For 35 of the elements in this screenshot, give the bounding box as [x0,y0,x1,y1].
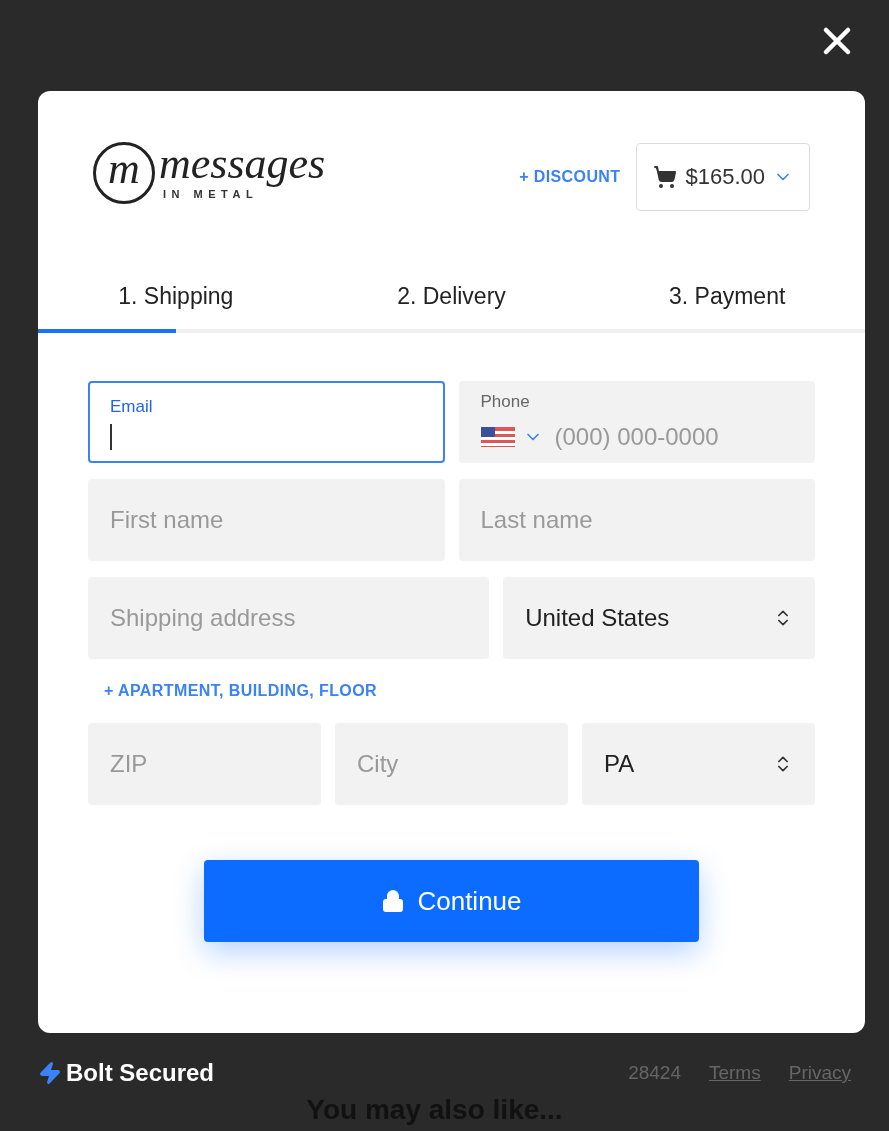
logo-tagline: IN METAL [163,188,259,203]
footer-link[interactable]: Terms [708,1058,761,1088]
apartment-link[interactable]: + APARTMENT, BUILDING, FLOOR [104,679,377,704]
text-field[interactable]: Email [88,381,445,464]
field-label: Phone [480,391,531,414]
phone-placeholder: (000) 000-0000 [554,421,719,452]
field-placeholder: Shipping address [110,603,297,634]
footer-link[interactable]: Privacy [788,1058,851,1088]
code-text: 28424 [628,1060,681,1085]
text-cursor [110,423,112,450]
text-field[interactable]: ZIP [88,723,321,806]
bolt-secured-label: Bolt Secured [66,1058,215,1088]
flag-icon [480,426,515,447]
text-field[interactable]: Last name [458,479,815,562]
field-placeholder: ZIP [110,749,149,780]
step-tab[interactable]: 2. Delivery [313,278,590,330]
field-placeholder: City [357,749,400,780]
lock-icon [381,889,406,914]
continue-button[interactable]: Continue [204,860,699,943]
phone-field[interactable]: Phone (000) 000-0000 [458,381,815,464]
logo-monogram: m [108,146,140,191]
step-tab[interactable]: 3. Payment [589,278,865,330]
field-label: Email [110,396,154,419]
field-placeholder: Last name [480,505,594,536]
bolt-icon [38,1061,62,1085]
step-tab[interactable]: 1. Shipping [38,278,314,330]
cart-button[interactable]: $165.00 [636,142,810,211]
select-field[interactable]: United States [503,577,815,660]
field-placeholder: First name [110,505,225,536]
text-field[interactable]: City [335,723,568,806]
text-field[interactable]: First name [88,479,445,562]
select-field[interactable]: PA [582,723,815,806]
text-field[interactable]: Shipping address [88,577,490,660]
cart-icon [653,164,678,189]
discount-link[interactable]: + DISCOUNT [519,164,621,189]
